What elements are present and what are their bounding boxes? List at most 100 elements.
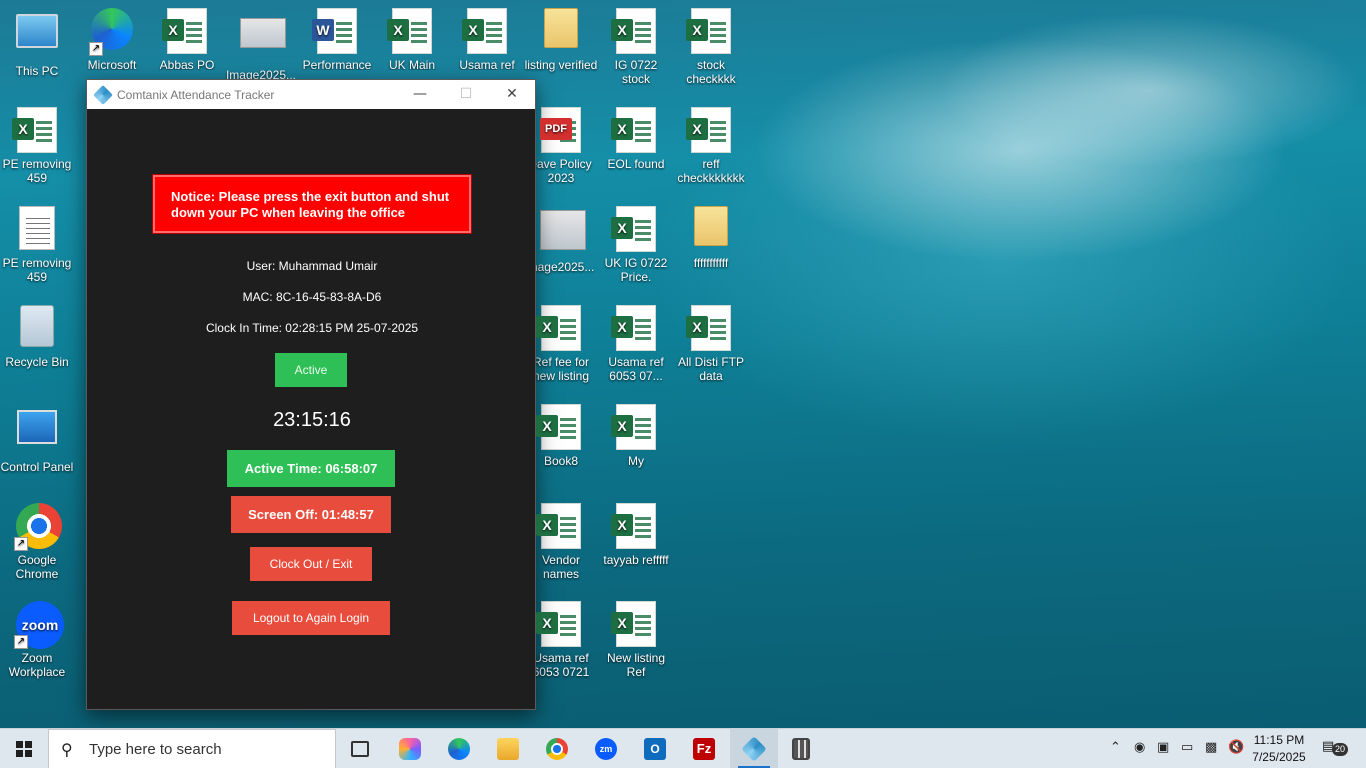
close-button[interactable]: ✕: [489, 80, 535, 109]
desktop-icon-pe-removing-doc[interactable]: PE removing 459: [0, 206, 74, 284]
clock-out-exit-button[interactable]: Clock Out / Exit: [250, 547, 372, 581]
desktop-icon-tayyab[interactable]: X tayyab refffff: [599, 503, 673, 567]
calculator-icon[interactable]: [779, 729, 827, 768]
active-time-badge: Active Time: 06:58:07: [227, 450, 395, 487]
zoom-icon[interactable]: zm: [582, 729, 630, 768]
user-label: User: Muhammad Umair: [246, 259, 378, 273]
attendance-tracker-icon[interactable]: [730, 729, 778, 768]
desktop-icon-label: This PC: [15, 64, 59, 78]
desktop-icon-label: Performance Evaluation: [302, 58, 372, 70]
notice-banner: Notice: Please press the exit button and…: [152, 174, 472, 234]
clock-in-label: Clock In Time: 02:28:15 PM 25-07-2025: [205, 321, 419, 335]
desktop-icon-reff-check[interactable]: X reff checkkkkkkk: [674, 107, 748, 185]
desktop-icon-label: My: [628, 454, 644, 468]
excel-file-icon: X: [686, 107, 732, 153]
filezilla-icon[interactable]: Fz: [680, 729, 728, 768]
folder-icon: [540, 8, 582, 54]
logout-button[interactable]: Logout to Again Login: [232, 601, 390, 635]
notification-center-button[interactable]: ▤ 20: [1322, 739, 1352, 759]
image-file-icon: [240, 18, 286, 64]
excel-file-icon: X: [611, 8, 657, 54]
desktop-icon-performance[interactable]: W Performance Evaluation: [300, 8, 374, 70]
desktop-icon-label: IG 0722 stock: [614, 58, 658, 86]
text-document-icon: [16, 206, 58, 252]
this-pc-icon: [16, 14, 58, 60]
desktop-icon-my[interactable]: X My: [599, 404, 673, 468]
excel-file-icon: X: [162, 8, 208, 54]
desktop-icon-listing-verified[interactable]: listing verified: [524, 8, 598, 72]
battery-icon[interactable]: ▭: [1181, 740, 1193, 755]
clock-time: 11:15 PM: [1253, 733, 1305, 747]
screen-capture-icon[interactable]: ▣: [1157, 740, 1169, 755]
search-icon: ⚲: [61, 740, 73, 759]
desktop-icon-label: reff checkkkkkkk: [677, 157, 745, 185]
desktop-icon-all-disti[interactable]: X All Disti FTP data: [674, 305, 748, 383]
desktop-icon-eol-found[interactable]: X EOL found: [599, 107, 673, 171]
taskbar: ⚲ Type here to search zm O Fz ⌃ ◉ ▣ ▭ ▩ …: [0, 728, 1366, 768]
desktop-icon-this-pc[interactable]: This PC: [0, 8, 74, 78]
edge-icon[interactable]: [435, 729, 483, 768]
current-time-display: 23:15:16: [273, 409, 351, 431]
excel-file-icon: X: [536, 305, 582, 351]
desktop-icon-new-listing-ref[interactable]: X New listing Ref: [599, 601, 673, 679]
chevron-up-icon[interactable]: ⌃: [1110, 740, 1121, 755]
file-explorer-icon[interactable]: [484, 729, 532, 768]
desktop-icon-edge[interactable]: Microsoft Edge: [75, 8, 149, 70]
maximize-button[interactable]: ☐: [443, 80, 489, 109]
desktop-icon-label: Control Panel: [0, 460, 74, 474]
desktop-icon-zoom-workplace[interactable]: zoom Zoom Workplace: [0, 601, 74, 679]
start-button[interactable]: [0, 729, 48, 768]
meet-now-icon[interactable]: ◉: [1134, 740, 1145, 755]
desktop-icon-usama-6053-07[interactable]: X Usama ref 6053 07...: [599, 305, 673, 383]
outlook-icon[interactable]: O: [631, 729, 679, 768]
desktop-icon-ig-0722[interactable]: X IG 0722 stock: [599, 8, 673, 86]
desktop-icon-stock-checkkkk[interactable]: X stock checkkkk: [674, 8, 748, 86]
recycle-bin-icon: [16, 305, 58, 351]
excel-file-icon: X: [462, 8, 508, 54]
chrome-icon[interactable]: [533, 729, 581, 768]
notification-count: 20: [1332, 743, 1349, 756]
desktop-icon-image2025[interactable]: Image2025...: [224, 8, 298, 82]
pdf-file-icon: PDF: [540, 107, 582, 153]
excel-file-icon: X: [611, 503, 657, 549]
desktop-icon-uk-main[interactable]: X UK Main Sheet: [375, 8, 449, 70]
desktop-icon-label: Abbas PO: [159, 58, 215, 70]
desktop-icon-usama-ref[interactable]: X Usama ref: [450, 8, 524, 70]
attendance-tracker-window: Comtanix Attendance Tracker — ☐ ✕ Notice…: [86, 79, 536, 710]
volume-muted-icon[interactable]: 🔇: [1228, 740, 1244, 755]
status-badge: Active: [275, 353, 347, 387]
excel-file-icon: X: [387, 8, 433, 54]
desktop-icon-label: listing verified: [524, 58, 598, 72]
excel-file-icon: X: [536, 503, 582, 549]
excel-file-icon: X: [611, 206, 657, 252]
desktop-icon-uk-ig-0722[interactable]: X UK IG 0722 Price.: [599, 206, 673, 284]
desktop-icon-google-chrome[interactable]: Google Chrome: [0, 503, 74, 581]
search-placeholder: Type here to search: [89, 741, 222, 758]
desktop-icon-pe-removing-xlsx[interactable]: X PE removing 459: [0, 107, 74, 185]
desktop-icon-abbas-po[interactable]: X Abbas PO: [150, 8, 224, 70]
desktop-icon-control-panel[interactable]: Control Panel: [0, 404, 74, 474]
image-file-icon: [540, 210, 586, 256]
desktop-icon-label: tayyab refffff: [603, 553, 669, 567]
desktop-icon-label: Google Chrome: [15, 553, 59, 581]
app-content: Notice: Please press the exit button and…: [87, 109, 535, 709]
app-logo-icon: [93, 84, 113, 105]
taskbar-clock[interactable]: 11:15 PM 7/25/2025: [1248, 732, 1310, 766]
window-titlebar[interactable]: Comtanix Attendance Tracker — ☐ ✕: [87, 80, 535, 109]
excel-file-icon: X: [12, 107, 58, 153]
zoom-icon: zoom: [14, 601, 64, 649]
copilot-icon[interactable]: [386, 729, 434, 768]
desktop-icon-label: UK IG 0722 Price.: [604, 256, 668, 284]
desktop-icon-label: UK Main Sheet: [388, 58, 435, 70]
task-view-icon[interactable]: [336, 729, 384, 768]
taskbar-search-box[interactable]: ⚲ Type here to search: [48, 729, 336, 768]
minimize-button[interactable]: —: [397, 80, 443, 109]
desktop-icon-label: All Disti FTP data: [678, 355, 744, 383]
desktop-icon-label: New listing Ref: [606, 651, 666, 679]
desktop-icon-fff-folder[interactable]: fffffffffff: [674, 206, 748, 270]
network-icon[interactable]: ▩: [1205, 740, 1217, 755]
control-panel-icon: [16, 410, 58, 456]
desktop-icon-recycle-bin[interactable]: Recycle Bin: [0, 305, 74, 369]
window-title: Comtanix Attendance Tracker: [117, 87, 275, 102]
desktop-icon-label: PE removing 459: [2, 157, 72, 185]
